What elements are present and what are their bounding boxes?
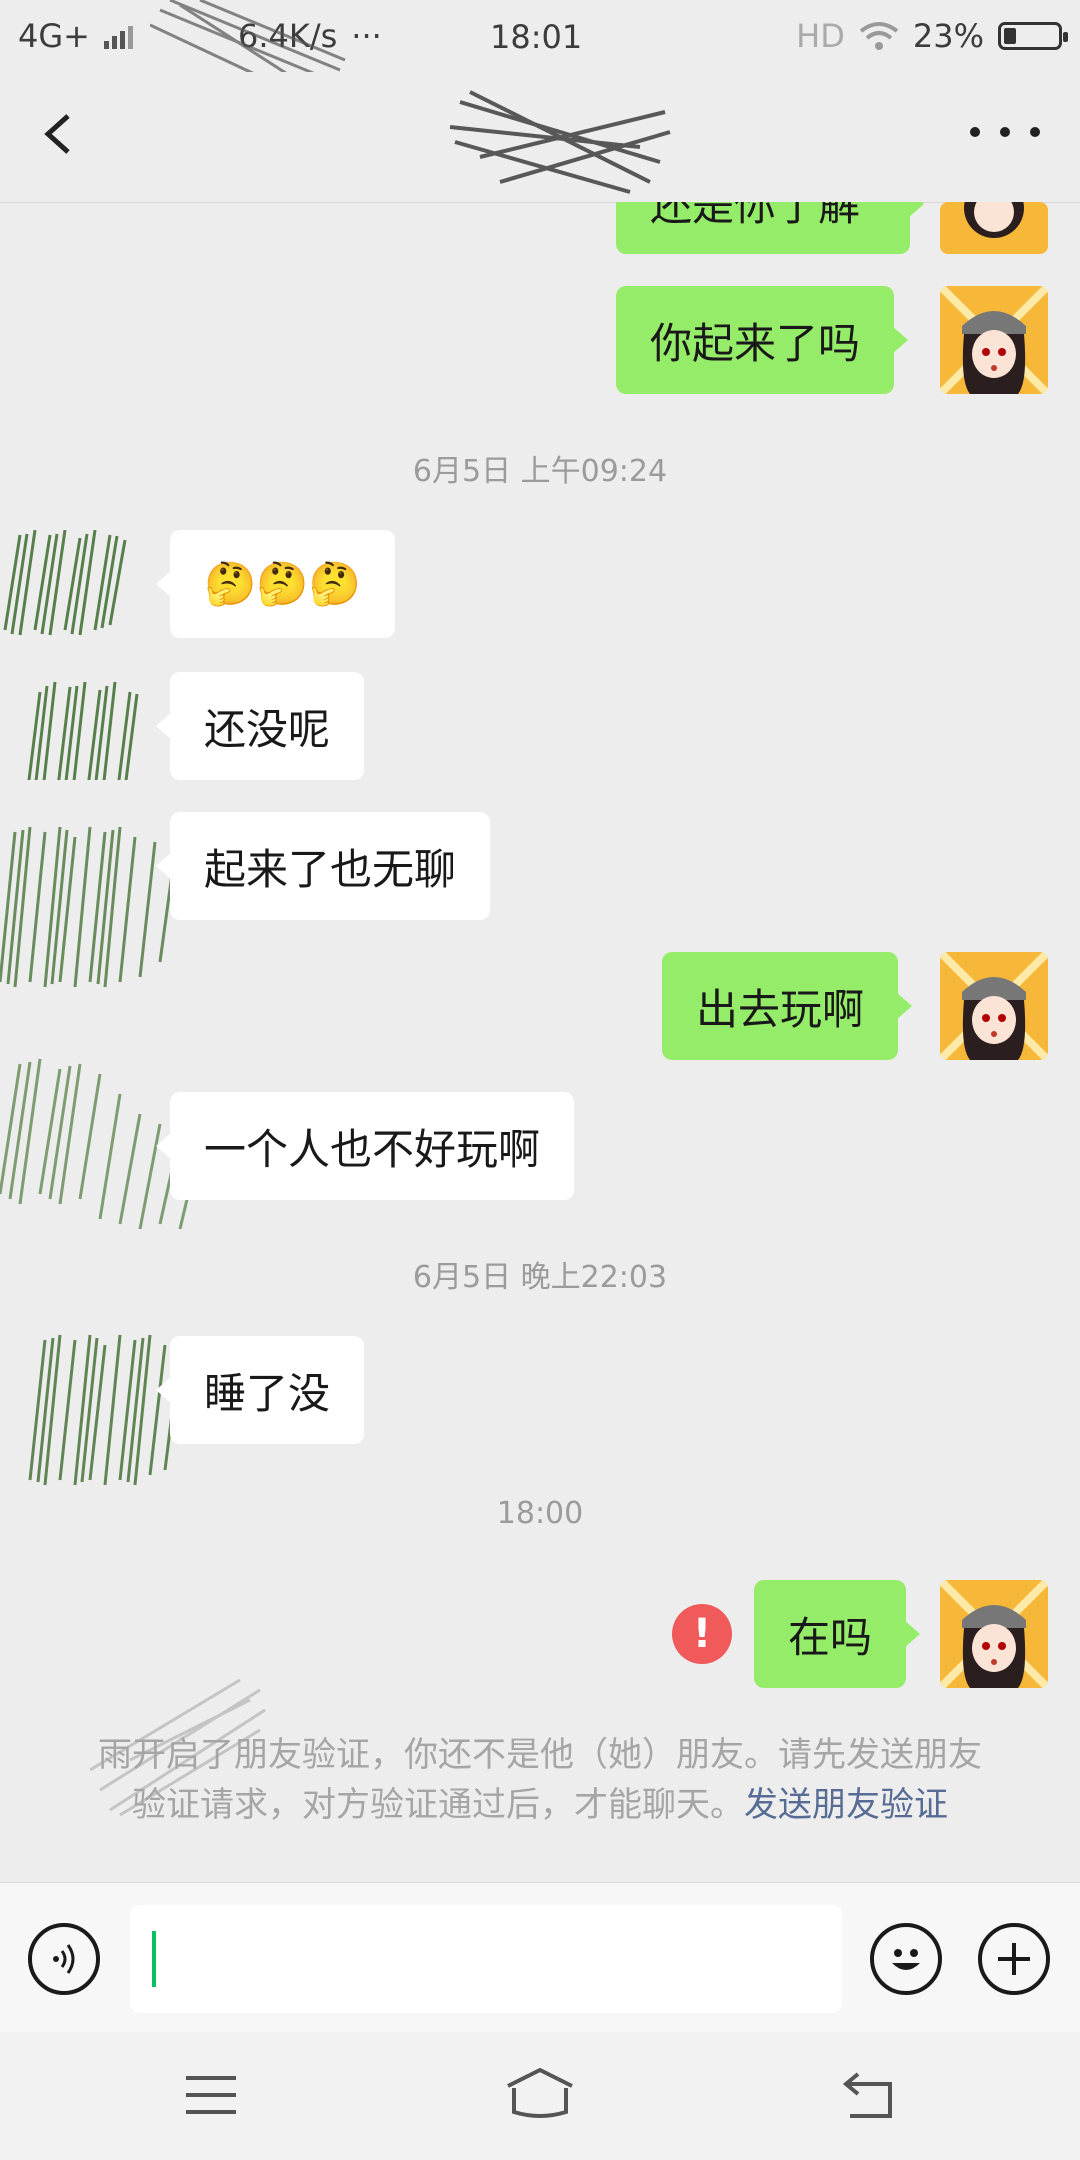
contact-avatar[interactable] [0,672,140,780]
send-verification-link[interactable]: 发送朋友验证 [744,1785,948,1825]
network-label: 4G+ [18,17,90,55]
my-avatar[interactable] [940,952,1048,1060]
timestamp: 6月5日 晚上22:03 [412,1260,668,1295]
my-avatar[interactable] [940,286,1048,394]
back-nav-icon[interactable] [840,2070,896,2120]
message-text: 起来了也无聊 [204,844,457,894]
status-right: HD 23% [796,17,1068,55]
clock: 18:01 [490,18,583,56]
timestamp: 6月5日 上午09:24 [412,454,668,489]
message-text: 睡了没 [204,1368,331,1418]
voice-button[interactable] [28,1923,100,1995]
message-emoji: 🤔🤔🤔 [204,559,361,608]
network-speed: 6.4K/s [237,17,338,55]
wifi-icon [859,22,899,50]
message-bubble[interactable]: 出去玩啊 [662,952,913,1060]
emoji-button[interactable] [870,1923,942,1995]
title-redaction-scribble [449,90,671,194]
send-failed-icon[interactable]: ! [672,1604,732,1664]
timestamp: 18:00 [496,1496,584,1531]
battery-percent: 23% [912,17,984,55]
message-text: 在吗 [788,1612,873,1662]
home-icon[interactable] [504,2068,576,2120]
contact-avatar[interactable] [0,812,190,992]
message-bubble[interactable]: 🤔🤔🤔 [156,530,395,638]
voice-icon [53,1944,75,1974]
message-bubble[interactable]: 你起来了吗 [616,286,909,394]
message-bubble[interactable]: 起来了也无聊 [155,812,491,920]
message-bubble[interactable]: 在吗 [754,1580,921,1688]
status-left: 4G+ 6.4K/s ··· [18,17,382,55]
message-text: 出去玩啊 [696,984,865,1034]
system-nav-bar [0,2032,1080,2160]
message-text: 还没呢 [204,704,331,754]
emoji-icon [892,1949,920,1970]
message-text: 一个人也不好玩啊 [204,1124,541,1174]
chat-header [0,72,1080,203]
contact-avatar[interactable] [0,530,140,638]
message-input[interactable] [130,1905,842,2013]
hd-label: HD [796,17,845,55]
back-button[interactable] [30,104,90,164]
more-button[interactable] [970,102,1040,162]
my-avatar[interactable] [940,202,1048,254]
more-functions-button[interactable] [978,1923,1050,1995]
status-bar: 4G+ 6.4K/s ··· 18:01 HD 23% [0,0,1080,72]
message-text: 你起来了吗 [650,318,861,368]
message-bubble[interactable]: 一个人也不好玩啊 [155,1092,575,1200]
message-bubble[interactable]: 睡了没 [155,1336,365,1444]
text-cursor [152,1931,156,1987]
input-bar [0,1882,1080,2033]
friend-verification-notice: 雨开启了朋友验证，你还不是他（她）朋友。请先发送朋友验证请求，对方验证通过后，才… [90,1730,990,1830]
battery-icon [998,22,1068,50]
message-bubble[interactable]: 还没呢 [155,672,365,780]
menu-icon[interactable] [184,2072,238,2118]
plus-icon [998,1943,1030,1975]
signal-icon [103,26,133,49]
my-avatar[interactable] [940,1580,1048,1688]
status-dots: ··· [351,17,382,55]
